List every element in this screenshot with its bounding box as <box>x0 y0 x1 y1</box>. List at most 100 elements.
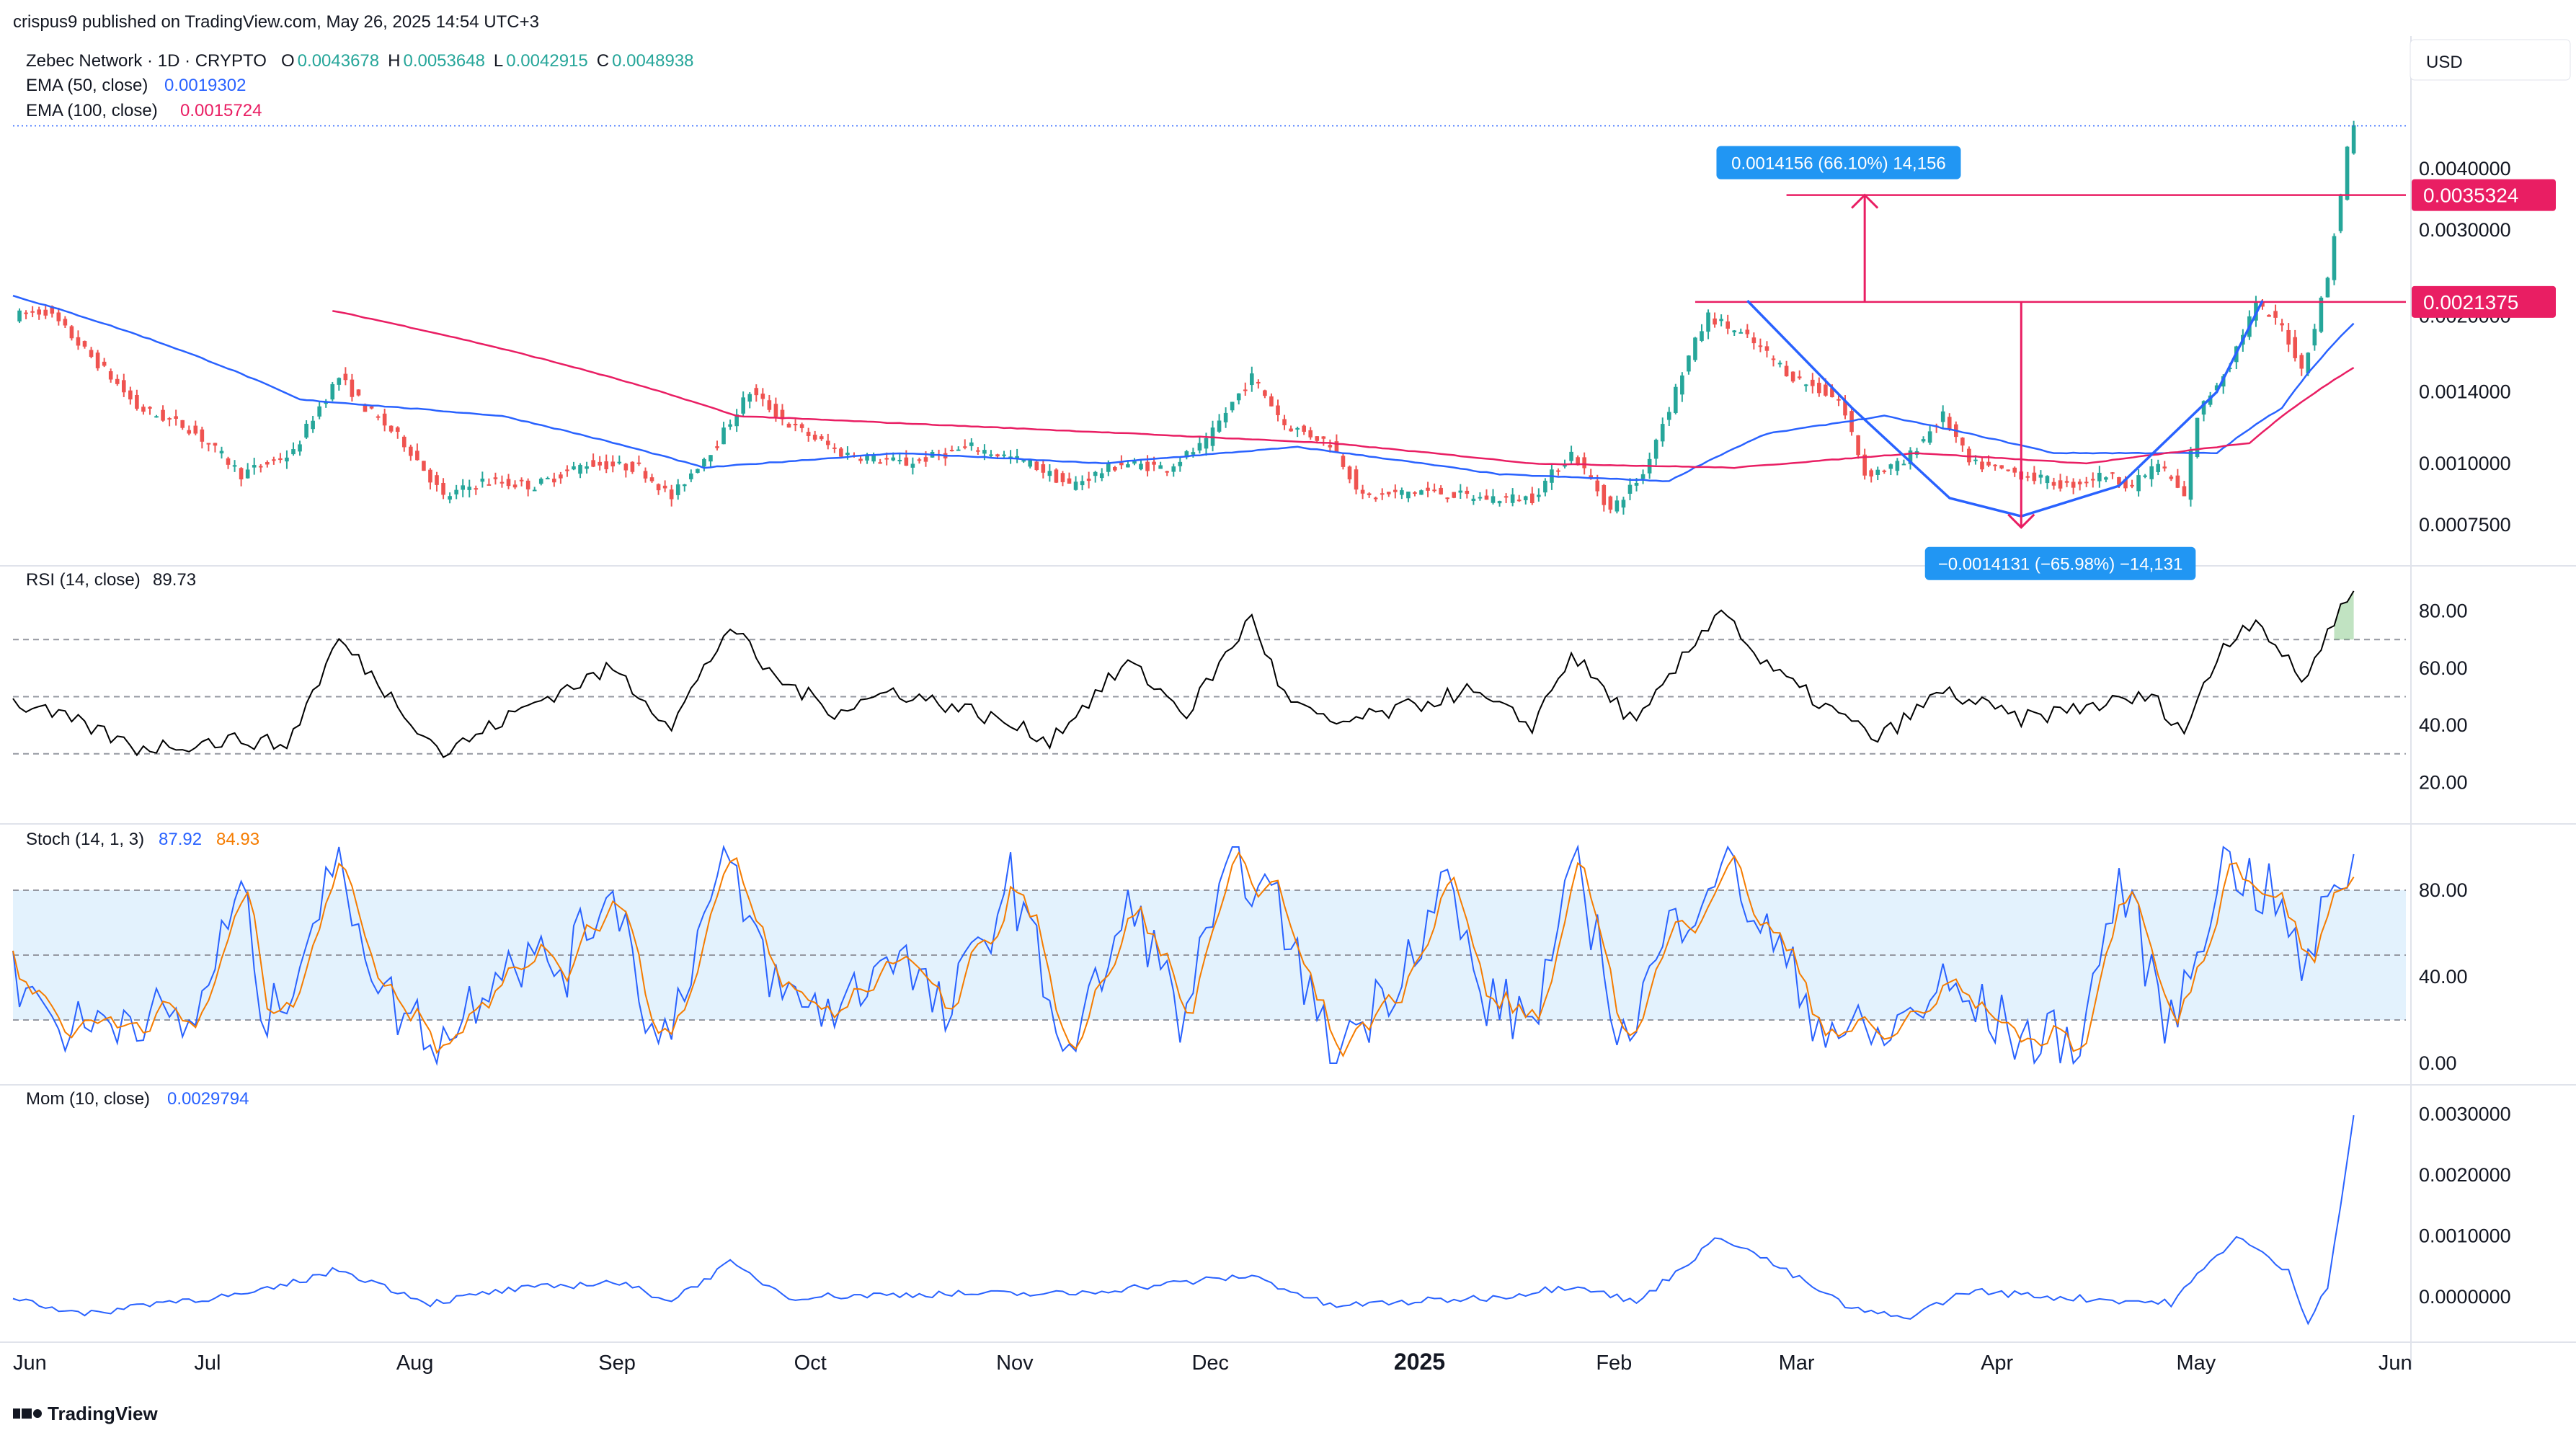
candle-body <box>1139 463 1143 470</box>
rsi-pane[interactable]: 80.00 60.00 40.00 20.00 <box>12 590 2468 793</box>
candle <box>2097 466 2102 488</box>
candle <box>747 392 752 409</box>
candle-body <box>2293 337 2298 358</box>
candle <box>832 443 837 453</box>
candle-body <box>636 462 641 464</box>
candle <box>1073 476 1078 491</box>
candle <box>1015 448 1019 463</box>
candle-body <box>369 406 374 409</box>
candle <box>2156 459 2161 476</box>
candle <box>598 456 602 471</box>
candle-body <box>1308 430 1313 438</box>
candle <box>1869 468 1874 483</box>
candle <box>226 456 231 469</box>
candle <box>2136 469 2141 497</box>
candle-body <box>1178 461 1183 466</box>
candle <box>1373 496 1378 502</box>
candle-body <box>180 420 185 428</box>
candle <box>1653 438 1658 466</box>
candle <box>343 367 348 386</box>
candle-body <box>1289 428 1293 432</box>
candle-body <box>245 469 250 479</box>
candle-body <box>1302 425 1306 432</box>
candle-body <box>2299 355 2304 369</box>
candle <box>2032 466 2037 484</box>
candle-body <box>754 388 759 396</box>
candle-body <box>1627 484 1633 494</box>
candle-body <box>2071 482 2076 488</box>
candle <box>786 422 791 428</box>
candle <box>1713 312 1717 328</box>
candle-body <box>1028 459 1033 467</box>
stoch-pane[interactable]: 80.00 40.00 0.00 <box>12 844 2468 1074</box>
candle-body <box>167 418 172 420</box>
ema50-legend-value: 0.0019302 <box>164 76 246 95</box>
candle <box>1687 355 1691 375</box>
candle-body <box>435 475 439 485</box>
candle <box>969 438 974 451</box>
time-axis: Jun Jul Aug Sep Oct Nov Dec 2025 Feb Mar Apr May Jun <box>13 1349 2412 1375</box>
candle <box>585 461 589 474</box>
candle <box>2188 446 2193 507</box>
candle-body <box>552 479 556 483</box>
candle-body <box>141 407 146 412</box>
candle <box>304 420 308 439</box>
candle-body <box>2130 484 2134 487</box>
candle <box>1764 341 1769 358</box>
candle <box>1666 407 1671 427</box>
candle <box>272 456 276 465</box>
candle <box>2104 476 2108 483</box>
candle-body <box>1602 484 1607 505</box>
candle <box>552 472 556 487</box>
time-tick: Oct <box>794 1352 827 1375</box>
candle-body <box>1484 495 1489 500</box>
candle <box>956 446 961 451</box>
candle <box>356 389 361 396</box>
candle-body <box>24 312 28 314</box>
candle-body <box>1666 412 1671 420</box>
candle-body <box>2032 472 2037 482</box>
candle <box>1953 421 1958 443</box>
candle-body <box>1041 464 1046 473</box>
pane-separators <box>0 36 2576 1370</box>
candle-body <box>219 451 224 453</box>
candle <box>565 465 569 477</box>
candle-body <box>839 448 843 457</box>
candle <box>1367 492 1372 498</box>
mom-pane[interactable]: 0.0030000 0.0020000 0.0010000 0.0000000 <box>12 1103 2511 1326</box>
candle <box>108 368 113 383</box>
price-pane[interactable]: 0.0014156 (66.10%) 14,156 −0.0014131 (−65… <box>12 120 2406 580</box>
candle <box>538 477 543 486</box>
candle-body <box>2045 476 2050 484</box>
candle-body <box>578 464 582 474</box>
candle <box>1888 463 1893 476</box>
stoch-d-value: 84.93 <box>216 830 259 849</box>
candle-body <box>480 479 485 482</box>
candle-body <box>741 397 745 414</box>
candle <box>161 405 165 422</box>
candle-body <box>343 373 348 381</box>
candle <box>1452 492 1457 499</box>
candle <box>669 484 674 507</box>
candle-body <box>467 487 472 490</box>
candle <box>1726 314 1730 334</box>
candle <box>337 377 342 391</box>
tradingview-logo <box>13 1408 42 1419</box>
ohlc-key-O: O <box>281 51 295 71</box>
candle-body <box>845 452 850 455</box>
candle-body <box>1406 491 1411 499</box>
candle <box>265 460 270 468</box>
candle <box>1556 468 1560 476</box>
candle <box>454 484 458 500</box>
time-tick: Aug <box>396 1352 434 1375</box>
candle-body <box>2195 417 2200 457</box>
candle-body <box>422 461 426 471</box>
candle-body <box>1497 501 1502 504</box>
candle-body <box>623 463 629 471</box>
candle-body <box>1341 456 1346 467</box>
candle-body <box>304 423 308 438</box>
candle <box>2038 470 2043 484</box>
ema100-line <box>332 310 2355 469</box>
candle-body <box>154 416 159 418</box>
level-price-label-1: 0.0021375 <box>2423 291 2518 314</box>
